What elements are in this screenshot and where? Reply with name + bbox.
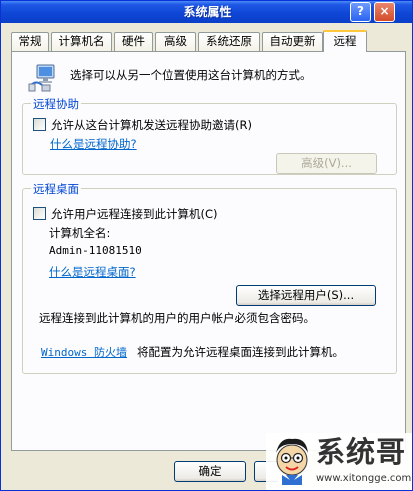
- tab-computer-name[interactable]: 计算机名: [51, 32, 112, 51]
- tab-hardware[interactable]: 硬件: [114, 32, 153, 51]
- tab-strip: 常规 计算机名 硬件 高级 系统还原 自动更新 远程: [11, 30, 405, 52]
- remote-desktop-help-link[interactable]: 什么是远程桌面?: [49, 264, 136, 280]
- window-title: 系统属性: [183, 5, 232, 19]
- tab-remote[interactable]: 远程: [323, 30, 367, 52]
- tab-advanced[interactable]: 高级: [155, 32, 196, 51]
- watermark-text: 系统哥: [316, 435, 407, 469]
- ok-button[interactable]: 确定: [174, 461, 246, 482]
- remote-assistance-help-link[interactable]: 什么是远程协助?: [50, 136, 137, 152]
- remote-assistance-group: 远程协助 允许从这台计算机发送远程协助邀请(R) 什么是远程协助? 高级(V).…: [22, 96, 397, 175]
- computer-name-value: Admin-11081510: [49, 244, 142, 257]
- watermark-url: www.xitongge.com: [316, 473, 412, 484]
- remote-desktop-checkbox[interactable]: [33, 207, 46, 220]
- advanced-button[interactable]: 高级(V)...: [276, 153, 377, 174]
- remote-desktop-label[interactable]: 允许用户远程连接到此计算机(C): [51, 206, 218, 222]
- tab-system-restore[interactable]: 系统还原: [198, 32, 260, 51]
- computer-name-label: 计算机全名:: [49, 226, 111, 240]
- tab-automatic-updates[interactable]: 自动更新: [262, 32, 323, 51]
- remote-desktop-title: 远程桌面: [31, 181, 81, 197]
- remote-assistance-label[interactable]: 允许从这台计算机发送远程协助邀请(R): [51, 117, 252, 133]
- remote-desktop-group: 远程桌面 允许用户远程连接到此计算机(C) 计算机全名: Admin-11081…: [22, 181, 397, 374]
- system-properties-window: 系统属性 ? × 常规 计算机名 硬件 高级 系统还原 自动更新 远程 选择可以…: [0, 0, 413, 491]
- firewall-note: 将配置为允许远程桌面连接到此计算机。: [137, 345, 344, 359]
- tab-general[interactable]: 常规: [11, 32, 49, 51]
- remote-tab-page: 选择可以从另一个位置使用这台计算机的方式。 远程协助 允许从这台计算机发送远程协…: [11, 51, 406, 451]
- intro-section: 选择可以从另一个位置使用这台计算机的方式。: [28, 62, 388, 94]
- watermark-logo: 系统哥 www.xitongge.com: [266, 433, 412, 490]
- help-button[interactable]: ?: [350, 2, 371, 22]
- computer-network-icon: [28, 62, 60, 94]
- windows-firewall-link[interactable]: Windows 防火墙: [41, 344, 127, 360]
- title-bar[interactable]: 系统属性 ? ×: [1, 1, 412, 23]
- remote-assistance-title: 远程协助: [31, 96, 81, 112]
- select-remote-users-button[interactable]: 选择远程用户(S)...: [236, 285, 376, 306]
- close-button[interactable]: ×: [374, 2, 395, 22]
- mascot-face-icon: [270, 435, 314, 487]
- intro-text: 选择可以从另一个位置使用这台计算机的方式。: [70, 68, 312, 82]
- remote-assistance-checkbox[interactable]: [33, 118, 46, 131]
- password-note: 远程连接到此计算机的用户的用户帐户必须包含密码。: [39, 311, 315, 325]
